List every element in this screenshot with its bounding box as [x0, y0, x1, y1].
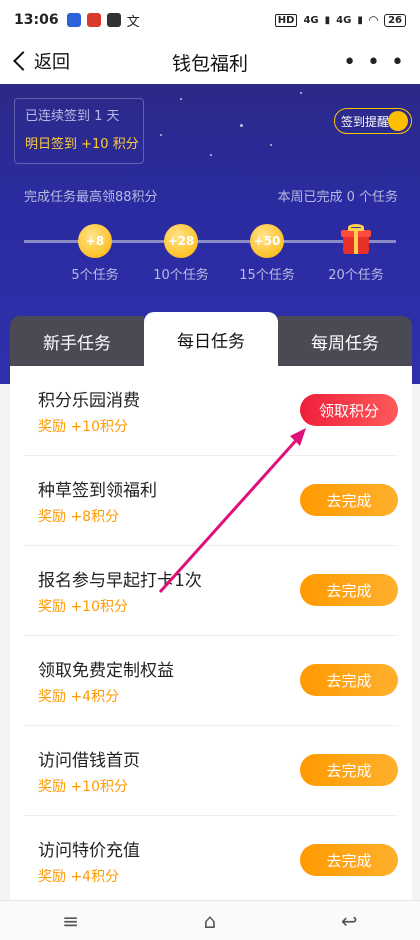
streak-card: 已连续签到 1 天 明日签到 +10 积分 — [14, 98, 144, 164]
star-decoration — [240, 124, 243, 127]
complete-task-button[interactable]: 去完成 — [300, 664, 398, 696]
more-button[interactable]: • • • — [343, 50, 406, 75]
list-item: 种草签到领福利 奖励 +8积分 去完成 — [24, 456, 398, 546]
hd-icon: HD — [274, 13, 298, 27]
streak-days: 已连续签到 1 天 — [25, 109, 120, 124]
chevron-left-icon — [13, 51, 33, 71]
signal-icon: ▮ — [357, 14, 363, 26]
list-item: 报名参与早起打卡1次 奖励 +10积分 去完成 — [24, 546, 398, 636]
task-reward: 奖励 +10积分 — [38, 419, 128, 435]
menu-icon[interactable]: ≡ — [62, 909, 79, 933]
task-title: 领取免费定制权益 — [38, 661, 174, 681]
milestone-label: 10个任务 — [153, 268, 209, 283]
wifi-icon: ◠ — [368, 13, 379, 27]
task-reward: 奖励 +10积分 — [38, 779, 128, 795]
task-title: 访问特价充值 — [38, 841, 140, 861]
status-right: HD 4G ▮ 4G ▮ ◠ 26 — [274, 13, 406, 27]
claim-points-button[interactable]: 领取积分 — [300, 394, 398, 426]
milestone-label: 15个任务 — [239, 268, 295, 283]
milestone-label: 20个任务 — [328, 268, 384, 283]
task-title: 积分乐园消费 — [38, 391, 140, 411]
signal-label: 4G — [336, 14, 352, 26]
complete-task-button[interactable]: 去完成 — [300, 484, 398, 516]
tab-daily[interactable]: 每日任务 — [144, 312, 278, 366]
list-item: 领取免费定制权益 奖励 +4积分 去完成 — [24, 636, 398, 726]
weekly-progress-text: 本周已完成 0 个任务 — [277, 190, 398, 205]
milestone-badge: +8 — [78, 224, 112, 258]
star-decoration — [180, 98, 182, 100]
task-title: 种草签到领福利 — [38, 481, 157, 501]
list-item: 积分乐园消费 奖励 +10积分 领取积分 — [24, 366, 398, 456]
task-reward: 奖励 +4积分 — [38, 689, 120, 705]
star-decoration — [210, 154, 212, 156]
back-label: 返回 — [34, 52, 70, 73]
back-icon[interactable]: ↩ — [341, 909, 358, 933]
list-item: 访问借钱首页 奖励 +10积分 去完成 — [24, 726, 398, 816]
complete-task-button[interactable]: 去完成 — [300, 574, 398, 606]
complete-task-button[interactable]: 去完成 — [300, 844, 398, 876]
reminder-label: 签到提醒 — [341, 114, 390, 129]
task-tabs: 新手任务 每日任务 每周任务 — [10, 312, 412, 366]
task-list: 积分乐园消费 奖励 +10积分 领取积分 种草签到领福利 奖励 +8积分 去完成… — [10, 366, 412, 900]
star-decoration — [300, 92, 302, 94]
tomorrow-reward: 明日签到 +10 积分 — [25, 137, 139, 152]
complete-task-button[interactable]: 去完成 — [300, 754, 398, 786]
status-bar: 13:06 文 HD 4G ▮ 4G ▮ ◠ 26 — [0, 0, 420, 40]
milestone-badge: +50 — [250, 224, 284, 258]
task-reward: 奖励 +10积分 — [38, 599, 128, 615]
checkin-reminder-toggle[interactable]: 签到提醒 — [334, 108, 412, 134]
star-decoration — [270, 144, 272, 146]
status-time: 13:06 — [14, 12, 59, 28]
system-nav-bar: ≡ ⌂ ↩ — [0, 900, 420, 940]
star-decoration — [160, 134, 162, 136]
toggle-knob — [388, 111, 408, 131]
gift-icon — [340, 224, 372, 256]
signal-icon: ▮ — [324, 14, 331, 26]
notification-icons: 文 — [66, 11, 140, 30]
task-title: 报名参与早起打卡1次 — [38, 571, 202, 591]
app-notification-icon — [66, 13, 81, 27]
milestone-label: 5个任务 — [71, 268, 119, 283]
app-notification-icon — [86, 13, 101, 27]
text-notification-icon: 文 — [126, 14, 140, 30]
home-icon[interactable]: ⌂ — [204, 909, 217, 933]
task-title: 访问借钱首页 — [38, 751, 140, 771]
milestone-badge: +28 — [164, 224, 198, 258]
max-points-text: 完成任务最高领88积分 — [24, 190, 158, 205]
app-notification-icon — [106, 13, 121, 27]
task-reward: 奖励 +8积分 — [38, 509, 120, 525]
signal-label: 4G — [303, 14, 319, 26]
task-reward: 奖励 +4积分 — [38, 869, 120, 885]
list-item: 访问特价充值 奖励 +4积分 去完成 — [24, 816, 398, 900]
nav-bar: 返回 钱包福利 • • • — [0, 40, 420, 84]
battery-icon: 26 — [384, 13, 406, 27]
back-button[interactable]: 返回 — [12, 48, 70, 74]
tab-beginner[interactable]: 新手任务 — [10, 316, 144, 366]
tab-weekly[interactable]: 每周任务 — [278, 316, 412, 366]
